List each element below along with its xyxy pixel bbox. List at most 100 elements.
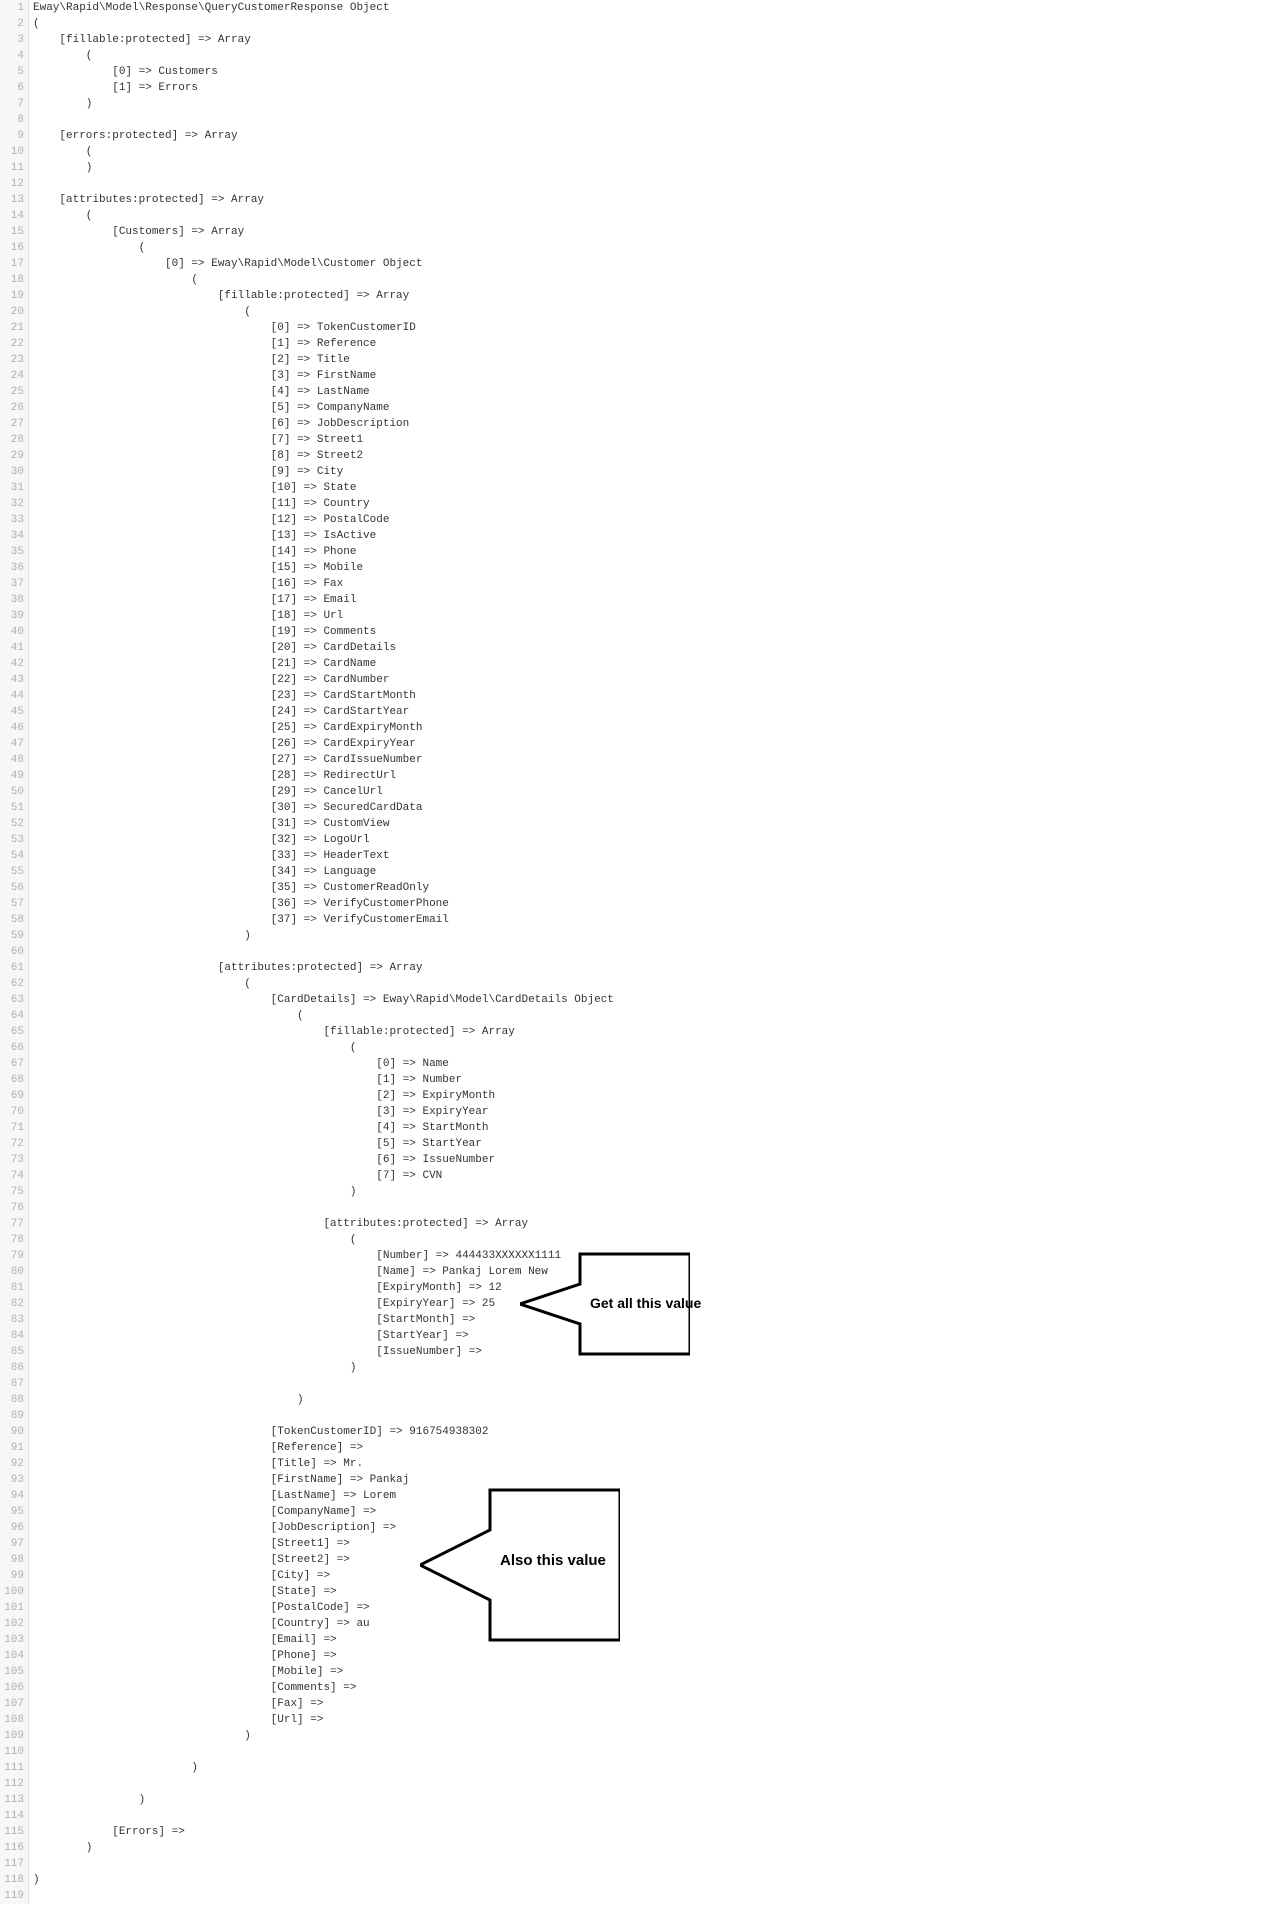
code-line: [Mobile] => [33, 1664, 1263, 1680]
line-number: 112 [2, 1776, 24, 1792]
code-line: [23] => CardStartMonth [33, 688, 1263, 704]
code-line [33, 176, 1263, 192]
code-line: ( [33, 976, 1263, 992]
line-number: 43 [2, 672, 24, 688]
code-line: ) [33, 1360, 1263, 1376]
code-line: [10] => State [33, 480, 1263, 496]
line-number: 77 [2, 1216, 24, 1232]
code-line: [4] => LastName [33, 384, 1263, 400]
code-line: ) [33, 1392, 1263, 1408]
code-line: [11] => Country [33, 496, 1263, 512]
code-line: [21] => CardName [33, 656, 1263, 672]
line-number: 42 [2, 656, 24, 672]
code-line: [36] => VerifyCustomerPhone [33, 896, 1263, 912]
line-number: 86 [2, 1360, 24, 1376]
code-line: ( [33, 144, 1263, 160]
code-line: [22] => CardNumber [33, 672, 1263, 688]
code-line: [fillable:protected] => Array [33, 1024, 1263, 1040]
code-line [33, 1888, 1263, 1904]
code-line: [24] => CardStartYear [33, 704, 1263, 720]
line-number: 2 [2, 16, 24, 32]
line-number: 89 [2, 1408, 24, 1424]
code-line: [Country] => au [33, 1616, 1263, 1632]
line-number: 51 [2, 800, 24, 816]
line-number: 82 [2, 1296, 24, 1312]
line-number: 36 [2, 560, 24, 576]
code-line: [Title] => Mr. [33, 1456, 1263, 1472]
line-number: 44 [2, 688, 24, 704]
code-line: [16] => Fax [33, 576, 1263, 592]
line-number: 116 [2, 1840, 24, 1856]
line-number: 94 [2, 1488, 24, 1504]
line-number: 115 [2, 1824, 24, 1840]
line-number: 103 [2, 1632, 24, 1648]
code-line: [26] => CardExpiryYear [33, 736, 1263, 752]
line-number: 117 [2, 1856, 24, 1872]
line-number: 104 [2, 1648, 24, 1664]
code-line: [TokenCustomerID] => 916754938302 [33, 1424, 1263, 1440]
code-line: [12] => PostalCode [33, 512, 1263, 528]
code-line: [ExpiryMonth] => 12 [33, 1280, 1263, 1296]
line-number: 6 [2, 80, 24, 96]
code-line: [Comments] => [33, 1680, 1263, 1696]
line-number: 26 [2, 400, 24, 416]
line-number-gutter: 1234567891011121314151617181920212223242… [0, 0, 29, 1904]
line-number: 71 [2, 1120, 24, 1136]
code-line: ) [33, 160, 1263, 176]
code-line: [17] => Email [33, 592, 1263, 608]
code-line: [Fax] => [33, 1696, 1263, 1712]
line-number: 35 [2, 544, 24, 560]
code-line: [City] => [33, 1568, 1263, 1584]
line-number: 21 [2, 320, 24, 336]
line-number: 16 [2, 240, 24, 256]
code-line: [30] => SecuredCardData [33, 800, 1263, 816]
line-number: 23 [2, 352, 24, 368]
code-line: [CompanyName] => [33, 1504, 1263, 1520]
line-number: 25 [2, 384, 24, 400]
code-line [33, 944, 1263, 960]
code-line: [6] => JobDescription [33, 416, 1263, 432]
code-line: [34] => Language [33, 864, 1263, 880]
code-line: [7] => Street1 [33, 432, 1263, 448]
line-number: 38 [2, 592, 24, 608]
code-line: [errors:protected] => Array [33, 128, 1263, 144]
code-line: ) [33, 1840, 1263, 1856]
code-line: [Url] => [33, 1712, 1263, 1728]
line-number: 45 [2, 704, 24, 720]
line-number: 33 [2, 512, 24, 528]
line-number: 83 [2, 1312, 24, 1328]
line-number: 72 [2, 1136, 24, 1152]
code-line [33, 1376, 1263, 1392]
code-line: [15] => Mobile [33, 560, 1263, 576]
code-line: [CardDetails] => Eway\Rapid\Model\CardDe… [33, 992, 1263, 1008]
line-number: 66 [2, 1040, 24, 1056]
line-number: 100 [2, 1584, 24, 1600]
line-number: 30 [2, 464, 24, 480]
code-line: [1] => Reference [33, 336, 1263, 352]
code-line: [20] => CardDetails [33, 640, 1263, 656]
code-line: [State] => [33, 1584, 1263, 1600]
line-number: 63 [2, 992, 24, 1008]
code-content: Eway\Rapid\Model\Response\QueryCustomerR… [29, 0, 1263, 1904]
line-number: 79 [2, 1248, 24, 1264]
line-number: 39 [2, 608, 24, 624]
code-line: [29] => CancelUrl [33, 784, 1263, 800]
line-number: 14 [2, 208, 24, 224]
line-number: 96 [2, 1520, 24, 1536]
code-line: ( [33, 48, 1263, 64]
code-line: ( [33, 208, 1263, 224]
code-line: [5] => StartYear [33, 1136, 1263, 1152]
line-number: 10 [2, 144, 24, 160]
line-number: 75 [2, 1184, 24, 1200]
code-line: [37] => VerifyCustomerEmail [33, 912, 1263, 928]
line-number: 47 [2, 736, 24, 752]
line-number: 93 [2, 1472, 24, 1488]
line-number: 64 [2, 1008, 24, 1024]
code-line [33, 1200, 1263, 1216]
line-number: 114 [2, 1808, 24, 1824]
code-line: [IssueNumber] => [33, 1344, 1263, 1360]
code-line: [attributes:protected] => Array [33, 960, 1263, 976]
line-number: 111 [2, 1760, 24, 1776]
line-number: 97 [2, 1536, 24, 1552]
line-number: 4 [2, 48, 24, 64]
